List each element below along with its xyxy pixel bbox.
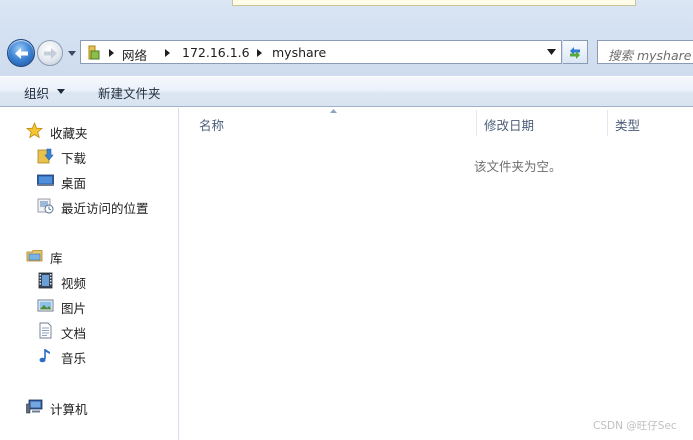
refresh-icon: [570, 47, 580, 59]
sidebar-item-label: 最近访问的位置: [61, 201, 149, 216]
column-header-date-modified[interactable]: 修改日期: [484, 115, 534, 134]
sidebar-item-label: 视频: [61, 276, 87, 291]
sidebar-item-label: 桌面: [61, 176, 87, 191]
new-folder-button[interactable]: 新建文件夹: [98, 83, 161, 102]
breadcrumb-arrow-icon[interactable]: [109, 49, 115, 57]
sidebar-item-videos[interactable]: 视频: [37, 270, 167, 292]
refresh-button[interactable]: [563, 40, 588, 64]
address-bar[interactable]: 网络 172.16.1.6 myshare: [80, 40, 562, 64]
back-arrow-icon: [15, 48, 28, 59]
sidebar-item-label: 下载: [61, 151, 87, 166]
chevron-down-icon[interactable]: [57, 89, 65, 94]
sidebar-item-label: 图片: [61, 301, 87, 316]
sidebar-item-libraries[interactable]: 库: [26, 245, 166, 267]
sidebar-item-pictures[interactable]: 图片: [37, 295, 167, 317]
video-icon: [38, 272, 53, 289]
command-toolbar: 组织 新建文件夹: [0, 76, 693, 107]
sidebar-item-desktop[interactable]: 桌面: [37, 170, 167, 192]
file-list-pane: 名称 修改日期 类型 该文件夹为空。 CSDN @旺仔Sec: [180, 108, 693, 440]
column-divider[interactable]: [476, 110, 477, 136]
organize-button[interactable]: 组织: [24, 83, 49, 102]
sidebar-item-label: 计算机: [50, 402, 88, 417]
sidebar-item-computer[interactable]: 计算机: [26, 396, 166, 418]
sort-ascending-icon: [330, 109, 337, 113]
pictures-icon: [37, 299, 54, 312]
breadcrumb-host[interactable]: 172.16.1.6: [182, 45, 250, 60]
desktop-icon: [37, 174, 54, 186]
search-input[interactable]: 搜索 myshare: [597, 40, 693, 64]
breadcrumb-arrow-icon[interactable]: [257, 49, 263, 57]
forward-arrow-icon: [44, 48, 57, 59]
sidebar-item-recent-places[interactable]: 最近访问的位置: [37, 195, 167, 217]
recent-pages-dropdown[interactable]: [66, 47, 78, 59]
star-icon: [26, 122, 43, 139]
search-placeholder: 搜索 myshare: [608, 48, 692, 63]
sidebar-item-downloads[interactable]: 下载: [37, 145, 167, 167]
sidebar-item-label: 库: [50, 251, 63, 266]
column-divider[interactable]: [607, 110, 608, 136]
recent-places-icon: [37, 198, 54, 214]
music-icon: [39, 349, 50, 363]
empty-folder-message: 该文件夹为空。: [474, 159, 562, 174]
documents-icon: [39, 322, 52, 339]
back-button[interactable]: [7, 39, 35, 67]
sidebar-item-label: 音乐: [61, 351, 87, 366]
column-header-type[interactable]: 类型: [615, 115, 640, 134]
computer-icon: [26, 399, 43, 414]
navigation-pane: 收藏夹 下载 桌面 最近访问的位置 库 视频 图片 文档 音乐 计算机: [0, 108, 179, 440]
sidebar-item-documents[interactable]: 文档: [37, 320, 167, 342]
library-icon: [26, 250, 43, 262]
breadcrumb-network[interactable]: 网络: [122, 45, 147, 64]
sidebar-item-label: 文档: [61, 326, 87, 341]
sidebar-item-music[interactable]: 音乐: [37, 345, 167, 367]
downloads-folder-icon: [37, 148, 54, 164]
column-header-name[interactable]: 名称: [199, 115, 224, 134]
title-strip: [232, 0, 636, 6]
sidebar-item-label: 收藏夹: [50, 126, 88, 141]
folder-icon: [88, 45, 100, 60]
forward-button[interactable]: [37, 40, 63, 66]
breadcrumb-arrow-icon[interactable]: [165, 49, 171, 57]
breadcrumb-share[interactable]: myshare: [272, 45, 326, 60]
chevron-down-icon[interactable]: [547, 48, 556, 56]
window-chrome: 网络 172.16.1.6 myshare 搜索 myshare: [0, 0, 693, 76]
watermark: CSDN @旺仔Sec: [593, 420, 677, 432]
sidebar-item-favorites[interactable]: 收藏夹: [26, 120, 166, 142]
